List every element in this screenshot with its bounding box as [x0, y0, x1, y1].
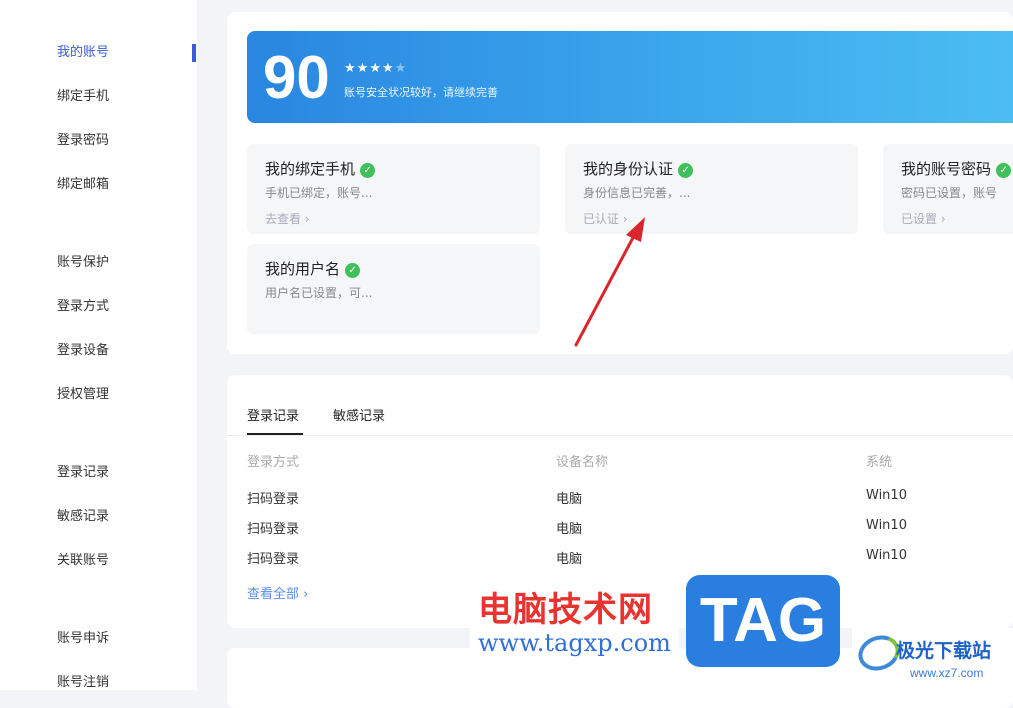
watermark-brand: 极光下载站 www.xz7.com: [852, 628, 1013, 690]
watermark-site-url: www.tagxp.com: [470, 626, 679, 660]
watermark-brand-url: www.xz7.com: [910, 666, 984, 680]
watermark-site-name: 电脑技术网: [478, 590, 653, 630]
watermark-brand-name: 极光下载站: [896, 640, 992, 662]
watermark-tag-logo: TAG: [686, 575, 840, 667]
